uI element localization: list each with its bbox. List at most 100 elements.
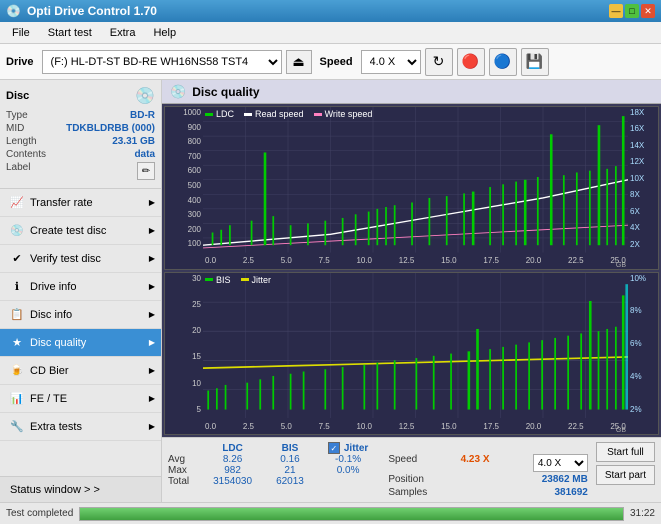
sidebar-item-disc-info[interactable]: 📋 Disc info ▶ [0,301,161,329]
menu-extra[interactable]: Extra [102,25,144,41]
maximize-button[interactable]: □ [625,4,639,18]
chart2: 30 25 20 15 10 5 10% 8% 6% 4% 2% [164,272,659,436]
content-area: 💿 Disc quality 1000 900 800 700 600 500 … [162,80,661,502]
jitter-checkbox[interactable]: ✓ [328,442,340,454]
label-edit-button[interactable]: ✏ [137,162,155,180]
ldc-dot [205,113,213,116]
refresh-button[interactable]: ↻ [425,48,453,76]
disc-section-header: Disc 💿 [6,86,155,106]
verify-test-disc-arrow: ▶ [149,254,155,263]
chart2-svg [203,273,628,419]
sidebar-item-verify-test-disc[interactable]: ✔ Verify test disc ▶ [0,245,161,273]
position-label: Position [388,474,424,485]
sidebar-item-disc-quality[interactable]: ★ Disc quality ▶ [0,329,161,357]
disc-quality-icon: ★ [10,336,24,350]
chart1-legend: LDC Read speed Write speed [205,109,372,119]
cd-bier-arrow: ▶ [149,366,155,375]
disc-icon: 💿 [135,86,155,106]
save-button[interactable]: 💾 [521,48,549,76]
charts-container: 1000 900 800 700 600 500 400 300 200 100… [162,104,661,437]
drive-info-arrow: ▶ [149,282,155,291]
samples-value: 381692 [554,487,587,498]
legend-jitter: Jitter [241,275,272,285]
sidebar-item-drive-info[interactable]: ℹ Drive info ▶ [0,273,161,301]
avg-jitter: -0.1% [316,454,380,465]
create-test-disc-icon: 💿 [10,224,24,238]
eject-button[interactable]: ⏏ [286,50,312,74]
speed-label: Speed [320,56,353,68]
icon2-button[interactable]: 🔵 [489,48,517,76]
start-full-button[interactable]: Start full [596,442,655,462]
transfer-rate-arrow: ▶ [149,198,155,207]
jitter-legend-label: Jitter [252,275,272,285]
max-label: Max [168,465,201,476]
sidebar-item-fe-te[interactable]: 📊 FE / TE ▶ [0,385,161,413]
speed-stat-label: Speed [388,454,417,472]
read-speed-dot [244,113,252,116]
speed-row: Speed 4.23 X 4.0 X [388,454,588,472]
samples-row: Samples 381692 [388,487,588,498]
title-bar-left: 💿 Opti Drive Control 1.70 [6,4,157,18]
icon1-button[interactable]: 🔴 [457,48,485,76]
chart2-gb-label: GB [616,427,626,434]
avg-ldc: 8.26 [201,454,264,465]
menu-start-test[interactable]: Start test [40,25,100,41]
write-speed-dot [314,113,322,116]
menu-help[interactable]: Help [145,25,184,41]
col-ldc: LDC [201,442,264,454]
progress-bar [79,507,624,521]
disc-mid-value: TDKBLDRBB (000) [66,123,155,134]
total-bis: 62013 [264,476,316,487]
chart1: 1000 900 800 700 600 500 400 300 200 100… [164,106,659,270]
menu-file[interactable]: File [4,25,38,41]
status-window-button[interactable]: Status window > > [0,476,161,502]
sidebar: Disc 💿 Type BD-R MID TDKBLDRBB (000) Len… [0,80,162,502]
write-speed-label: Write speed [325,109,373,119]
chart2-y-labels-left: 30 25 20 15 10 5 [165,273,203,417]
time-display: 31:22 [630,508,655,519]
sidebar-item-verify-test-disc-label: Verify test disc [30,253,101,265]
sidebar-item-extra-tests[interactable]: 🔧 Extra tests ▶ [0,413,161,441]
col-bis: BIS [264,442,316,454]
disc-info-arrow: ▶ [149,310,155,319]
jitter-dot [241,278,249,281]
disc-contents-row: Contents data [6,149,155,160]
main-area: Disc 💿 Type BD-R MID TDKBLDRBB (000) Len… [0,80,661,502]
drive-select[interactable]: (F:) HL-DT-ST BD-RE WH16NS58 TST4 [42,50,282,74]
status-window-label: Status window > > [10,484,100,496]
total-ldc: 3154030 [201,476,264,487]
disc-quality-header-icon: 💿 [170,84,186,100]
sidebar-item-create-test-disc[interactable]: 💿 Create test disc ▶ [0,217,161,245]
speed-select[interactable]: 4.0 X [361,50,421,74]
position-value: 23862 MB [542,474,588,485]
ldc-label: LDC [216,109,234,119]
chart1-svg [203,107,628,253]
sidebar-item-cd-bier-label: CD Bier [30,365,69,377]
speed-display: 4.23 X [461,454,490,472]
max-ldc: 982 [201,465,264,476]
bis-label: BIS [216,275,231,285]
start-part-button[interactable]: Start part [596,465,655,485]
app-icon: 💿 [6,4,21,18]
chart1-plot [203,107,628,253]
transfer-rate-icon: 📈 [10,196,24,210]
disc-type-row: Type BD-R [6,110,155,121]
disc-contents-label: Contents [6,149,46,160]
extra-tests-icon: 🔧 [10,420,24,434]
stats-bar: LDC BIS ✓ Jitter Avg 8.26 0.16 -0.1% [162,437,661,502]
start-buttons: Start full Start part [596,442,655,485]
legend-bis: BIS [205,275,231,285]
disc-info-icon: 📋 [10,308,24,322]
sidebar-item-cd-bier[interactable]: 🍺 CD Bier ▶ [0,357,161,385]
speed-select-stats[interactable]: 4.0 X [533,454,588,472]
minimize-button[interactable]: — [609,4,623,18]
close-button[interactable]: ✕ [641,4,655,18]
chart2-y-labels-right: 10% 8% 6% 4% 2% [628,273,658,417]
app-title: Opti Drive Control 1.70 [27,4,157,18]
sidebar-item-transfer-rate[interactable]: 📈 Transfer rate ▶ [0,189,161,217]
disc-mid-label: MID [6,123,24,134]
sidebar-item-extra-tests-label: Extra tests [30,421,82,433]
sidebar-item-drive-info-label: Drive info [30,281,76,293]
max-bis: 21 [264,465,316,476]
legend-write-speed: Write speed [314,109,373,119]
